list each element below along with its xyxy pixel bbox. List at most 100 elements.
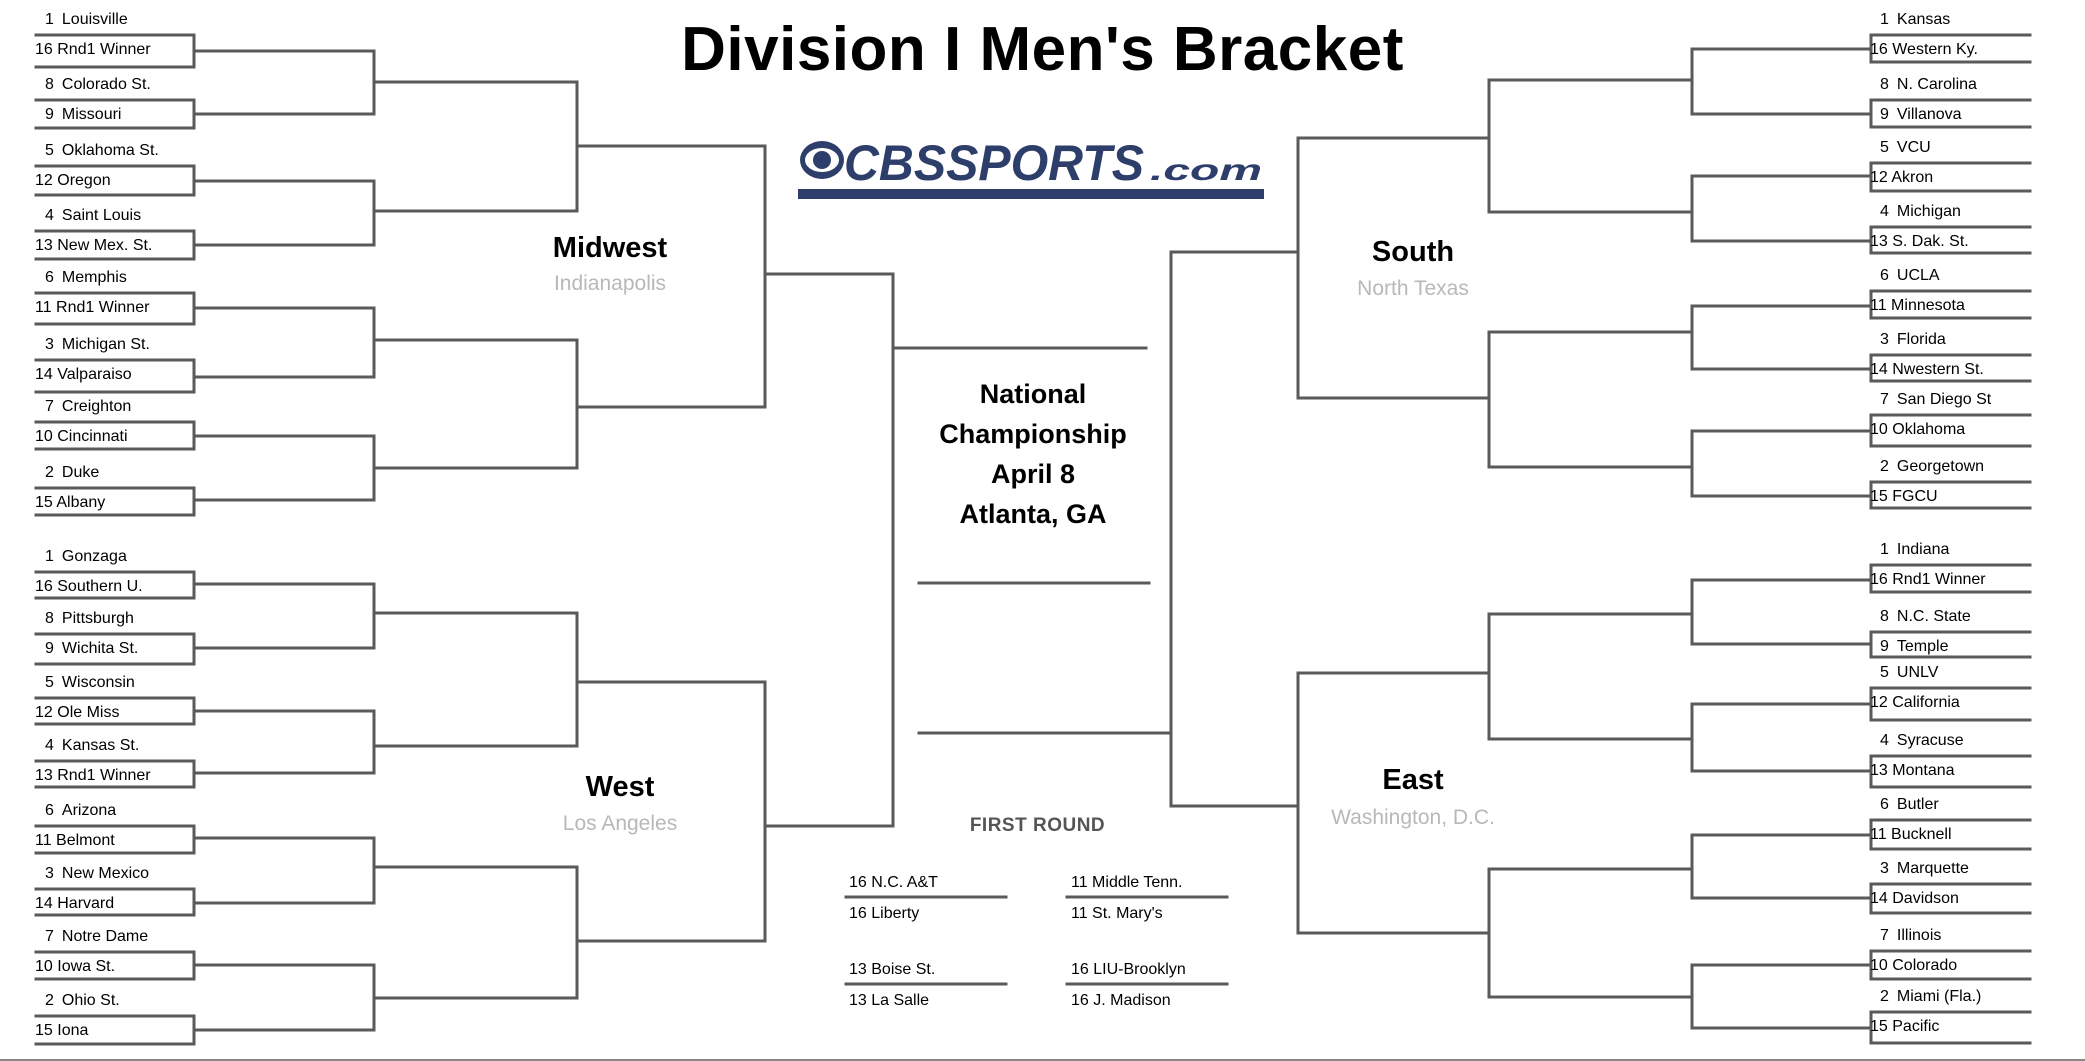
team-slot[interactable]: 8 Pittsburgh xyxy=(45,610,134,628)
team-slot[interactable]: 12 Ole Miss xyxy=(35,704,119,722)
team-slot[interactable]: 13 S. Dak. St. xyxy=(1870,233,1969,251)
team-slot[interactable]: 6 UCLA xyxy=(1880,267,1940,285)
team-slot[interactable]: 9 Missouri xyxy=(45,106,121,124)
team-name: Montana xyxy=(1887,762,1955,779)
team-slot[interactable]: 9 Wichita St. xyxy=(45,640,138,658)
team-slot[interactable]: 7 Notre Dame xyxy=(45,928,148,946)
first-round-team[interactable]: 11 Middle Tenn. xyxy=(1071,874,1182,892)
team-slot[interactable]: 14 Valparaiso xyxy=(35,366,132,384)
team-name: California xyxy=(1887,694,1960,711)
team-slot[interactable]: 1 Kansas xyxy=(1880,11,1950,29)
team-slot[interactable]: 1 Louisville xyxy=(45,11,128,29)
team-seed: 15 xyxy=(35,494,53,511)
team-slot[interactable]: 10 Colorado xyxy=(1870,957,1957,975)
team-slot[interactable]: 4 Syracuse xyxy=(1880,732,1964,750)
team-seed: 5 xyxy=(45,674,54,691)
team-slot[interactable]: 7 San Diego St xyxy=(1880,391,1991,409)
team-seed: 8 xyxy=(45,76,54,93)
first-round-team[interactable]: 16 N.C. A&T xyxy=(849,874,938,892)
team-slot[interactable]: 11 Minnesota xyxy=(1870,297,1965,315)
team-seed: 5 xyxy=(1880,139,1889,156)
team-slot[interactable]: 16 Rnd1 Winner xyxy=(1870,571,1986,589)
team-slot[interactable]: 2 Ohio St. xyxy=(45,992,120,1010)
team-seed: 7 xyxy=(45,398,54,415)
team-slot[interactable]: 8 Colorado St. xyxy=(45,76,151,94)
team-seed: 14 xyxy=(35,366,53,383)
team-slot[interactable]: 10 Cincinnati xyxy=(35,428,128,446)
team-slot[interactable]: 7 Illinois xyxy=(1880,927,1941,945)
team-slot[interactable]: 2 Duke xyxy=(45,464,99,482)
team-slot[interactable]: 3 Marquette xyxy=(1880,860,1969,878)
team-slot[interactable]: 1 Indiana xyxy=(1880,541,1949,559)
team-name: Oregon xyxy=(52,172,111,189)
team-name: Ole Miss xyxy=(52,704,120,721)
team-slot[interactable]: 9 Villanova xyxy=(1880,106,1962,124)
team-slot[interactable]: 11 Belmont xyxy=(35,832,115,850)
team-slot[interactable]: 2 Miami (Fla.) xyxy=(1880,988,1981,1006)
team-slot[interactable]: 11 Bucknell xyxy=(1870,826,1952,844)
team-name: Harvard xyxy=(52,895,115,912)
team-name: Butler xyxy=(1888,796,1939,813)
team-slot[interactable]: 9 Temple xyxy=(1880,638,1948,656)
team-name: Michigan xyxy=(1888,203,1961,220)
team-seed: 1 xyxy=(45,11,54,28)
team-seed: 1 xyxy=(45,548,54,565)
team-name: Oklahoma St. xyxy=(53,142,159,159)
team-slot[interactable]: 14 Davidson xyxy=(1870,890,1959,908)
team-slot[interactable]: 12 Akron xyxy=(1870,169,1933,187)
team-name: Bucknell xyxy=(1886,826,1952,843)
team-name: Rnd1 Winner xyxy=(52,767,151,784)
team-slot[interactable]: 15 FGCU xyxy=(1870,488,1938,506)
team-slot[interactable]: 16 Southern U. xyxy=(35,578,143,596)
team-slot[interactable]: 16 Rnd1 Winner xyxy=(35,41,151,59)
team-slot[interactable]: 5 UNLV xyxy=(1880,664,1938,682)
team-slot[interactable]: 12 Oregon xyxy=(35,172,111,190)
team-slot[interactable]: 8 N. Carolina xyxy=(1880,76,1977,94)
team-slot[interactable]: 3 New Mexico xyxy=(45,865,149,883)
logo-main-text: CBSSPORTS xyxy=(844,136,1144,191)
team-slot[interactable]: 4 Kansas St. xyxy=(45,737,139,755)
first-round-team[interactable]: 13 Boise St. xyxy=(849,961,935,979)
team-slot[interactable]: 6 Memphis xyxy=(45,269,127,287)
team-name: Rnd1 Winner xyxy=(51,299,150,316)
team-slot[interactable]: 6 Arizona xyxy=(45,802,116,820)
team-slot[interactable]: 13 Montana xyxy=(1870,762,1955,780)
team-slot[interactable]: 5 Wisconsin xyxy=(45,674,135,692)
team-slot[interactable]: 4 Michigan xyxy=(1880,203,1961,221)
team-slot[interactable]: 5 VCU xyxy=(1880,139,1931,157)
team-slot[interactable]: 14 Harvard xyxy=(35,895,114,913)
team-slot[interactable]: 10 Oklahoma xyxy=(1870,421,1965,439)
first-round-team[interactable]: 13 La Salle xyxy=(849,992,929,1010)
team-seed: 4 xyxy=(1880,732,1889,749)
team-slot[interactable]: 11 Rnd1 Winner xyxy=(35,299,149,317)
team-slot[interactable]: 14 Nwestern St. xyxy=(1870,361,1984,379)
team-seed: 2 xyxy=(45,992,54,1009)
cbs-eye-icon xyxy=(800,141,844,179)
team-slot[interactable]: 13 New Mex. St. xyxy=(35,237,152,255)
team-seed: 12 xyxy=(35,172,53,189)
first-round-team[interactable]: 16 LIU-Brooklyn xyxy=(1071,961,1186,979)
first-round-team[interactable]: 11 St. Mary's xyxy=(1071,905,1163,923)
team-slot[interactable]: 3 Michigan St. xyxy=(45,336,150,354)
team-slot[interactable]: 10 Iowa St. xyxy=(35,958,115,976)
team-slot[interactable]: 16 Western Ky. xyxy=(1870,41,1978,59)
team-name: Gonzaga xyxy=(53,548,127,565)
team-slot[interactable]: 13 Rnd1 Winner xyxy=(35,767,151,785)
team-slot[interactable]: 12 California xyxy=(1870,694,1960,712)
team-slot[interactable]: 7 Creighton xyxy=(45,398,131,416)
team-name: Colorado xyxy=(1887,957,1958,974)
team-seed: 10 xyxy=(1870,957,1888,974)
team-slot[interactable]: 6 Butler xyxy=(1880,796,1939,814)
team-slot[interactable]: 2 Georgetown xyxy=(1880,458,1984,476)
team-slot[interactable]: 1 Gonzaga xyxy=(45,548,127,566)
team-slot[interactable]: 15 Iona xyxy=(35,1022,88,1040)
team-slot[interactable]: 15 Pacific xyxy=(1870,1018,1939,1036)
team-seed: 6 xyxy=(45,802,54,819)
team-slot[interactable]: 15 Albany xyxy=(35,494,105,512)
first-round-team[interactable]: 16 Liberty xyxy=(849,905,919,923)
team-slot[interactable]: 8 N.C. State xyxy=(1880,608,1971,626)
team-slot[interactable]: 3 Florida xyxy=(1880,331,1946,349)
team-slot[interactable]: 5 Oklahoma St. xyxy=(45,142,159,160)
first-round-team[interactable]: 16 J. Madison xyxy=(1071,992,1171,1010)
team-slot[interactable]: 4 Saint Louis xyxy=(45,207,141,225)
